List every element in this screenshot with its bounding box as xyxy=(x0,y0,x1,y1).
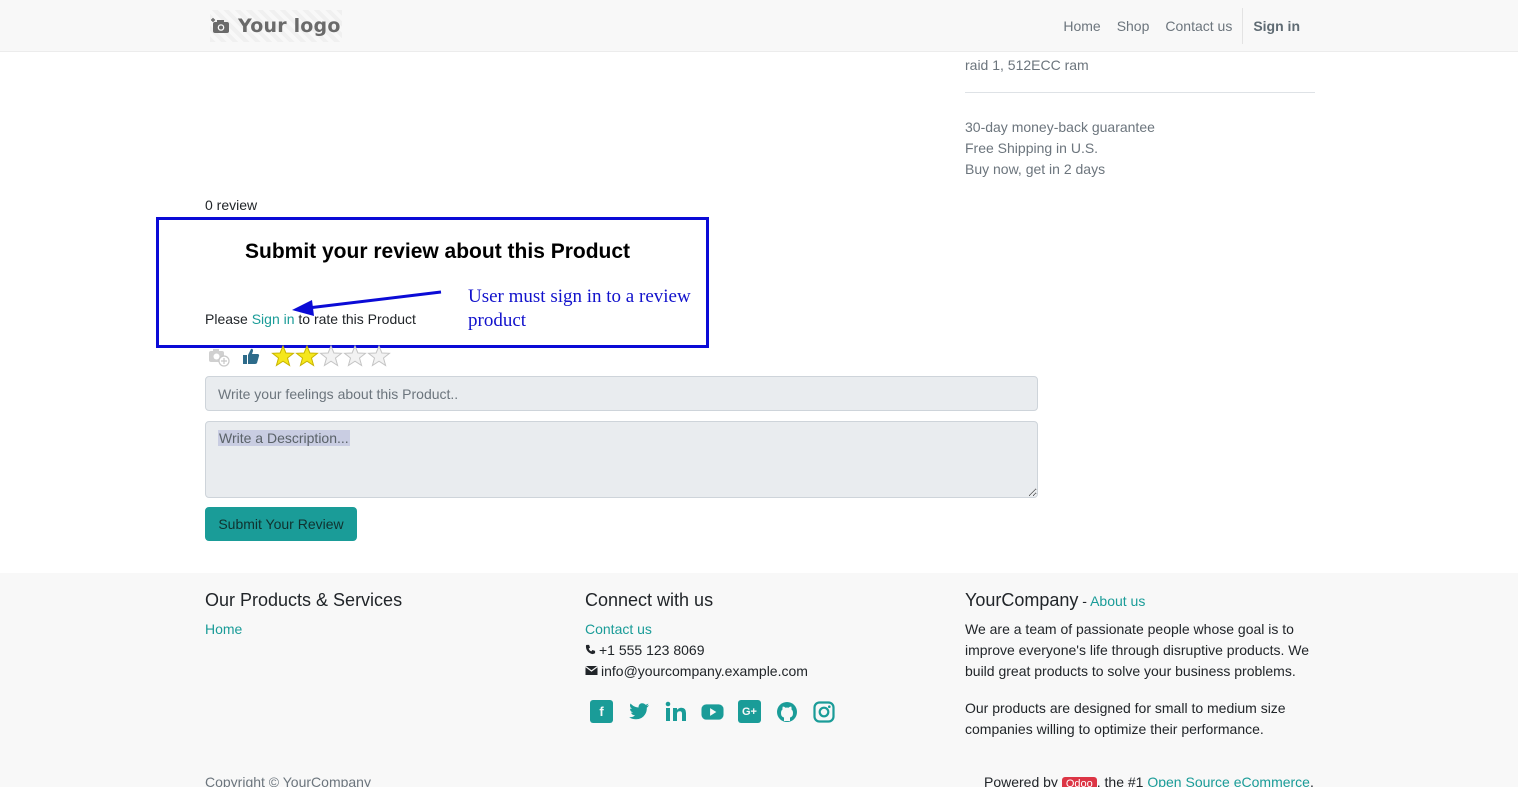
footer-heading: Connect with us xyxy=(585,590,714,610)
nav-home[interactable]: Home xyxy=(1055,18,1108,34)
main-nav: Home Shop Contact us Sign in xyxy=(1055,0,1308,52)
footer: Our Products & Services Home Connect wit… xyxy=(0,573,1518,787)
logo[interactable]: Your logo xyxy=(210,10,342,42)
email-address[interactable]: info@yourcompany.example.com xyxy=(601,663,808,679)
powered-prefix: Powered by xyxy=(984,774,1062,787)
review-description-textarea[interactable] xyxy=(205,421,1038,498)
powered-mid: , the #1 xyxy=(1096,774,1148,787)
footer-heading: YourCompany - About us xyxy=(965,590,1315,611)
footer-col-connect: Connect with us Contact us +1 555 123 80… xyxy=(585,573,835,723)
instagram-icon[interactable] xyxy=(812,700,835,723)
about-us-link[interactable]: About us xyxy=(1090,593,1145,609)
thumbs-up-icon[interactable] xyxy=(239,345,263,367)
annotation-highlight-box xyxy=(156,217,709,348)
company-description: We are a team of passionate people whose… xyxy=(965,621,1310,679)
review-title-input[interactable] xyxy=(205,376,1038,411)
divider xyxy=(965,92,1315,93)
perk-item: 30-day money-back guarantee xyxy=(965,119,1155,135)
star-empty-icon[interactable] xyxy=(367,345,391,367)
heading-separator: - xyxy=(1078,593,1091,609)
linkedin-icon[interactable] xyxy=(664,700,687,723)
phone-number: +1 555 123 8069 xyxy=(599,642,705,658)
copyright: Copyright © YourCompany xyxy=(205,774,371,787)
footer-email: info@yourcompany.example.com xyxy=(585,661,835,682)
odoo-badge[interactable]: Odoo xyxy=(1061,777,1097,787)
star-rating[interactable] xyxy=(271,345,391,367)
camera-icon xyxy=(210,15,232,37)
youtube-icon[interactable] xyxy=(701,700,724,723)
top-navbar: Your logo Home Shop Contact us Sign in xyxy=(0,0,1518,52)
product-spec: raid 1, 512ECC ram xyxy=(965,57,1089,73)
facebook-icon[interactable]: f xyxy=(590,700,613,723)
company-name: YourCompany xyxy=(965,590,1079,610)
star-filled-icon[interactable] xyxy=(271,345,295,367)
add-photo-icon[interactable] xyxy=(207,345,231,367)
footer-col-company: YourCompany - About us We are a team of … xyxy=(965,573,1315,740)
footer-link-home[interactable]: Home xyxy=(205,619,402,640)
product-perks: 30-day money-back guarantee Free Shippin… xyxy=(965,117,1155,180)
twitter-icon[interactable] xyxy=(627,700,650,723)
footer-heading: Our Products & Services xyxy=(205,590,403,610)
perk-item: Buy now, get in 2 days xyxy=(965,161,1106,177)
star-filled-icon[interactable] xyxy=(295,345,319,367)
nav-divider xyxy=(1242,8,1244,44)
footer-link-contact-us[interactable]: Contact us xyxy=(585,619,835,640)
social-links: f G+ xyxy=(590,700,835,723)
star-empty-icon[interactable] xyxy=(319,345,343,367)
powered-suffix: . xyxy=(1309,774,1314,787)
star-empty-icon[interactable] xyxy=(343,345,367,367)
rating-toolbar xyxy=(207,344,391,368)
footer-col-products: Our Products & Services Home xyxy=(205,573,402,640)
nav-sign-in[interactable]: Sign in xyxy=(1245,18,1308,34)
footer-phone: +1 555 123 8069 xyxy=(585,640,835,661)
submit-review-button[interactable]: Submit Your Review xyxy=(205,507,357,541)
open-source-ecommerce-link[interactable]: Open Source eCommerce xyxy=(1147,774,1310,787)
phone-icon xyxy=(585,644,596,655)
google-plus-icon[interactable]: G+ xyxy=(738,700,761,723)
company-description-2: Our products are designed for small to m… xyxy=(965,700,1286,737)
powered-by: Powered by Odoo, the #1 Open Source eCom… xyxy=(984,774,1314,787)
review-count[interactable]: 0 review xyxy=(205,197,257,213)
envelope-icon xyxy=(585,666,598,675)
nav-contact-us[interactable]: Contact us xyxy=(1157,18,1240,34)
logo-text: Your logo xyxy=(238,15,341,37)
github-icon[interactable] xyxy=(775,700,798,723)
nav-shop[interactable]: Shop xyxy=(1109,18,1158,34)
perk-item: Free Shipping in U.S. xyxy=(965,140,1099,156)
